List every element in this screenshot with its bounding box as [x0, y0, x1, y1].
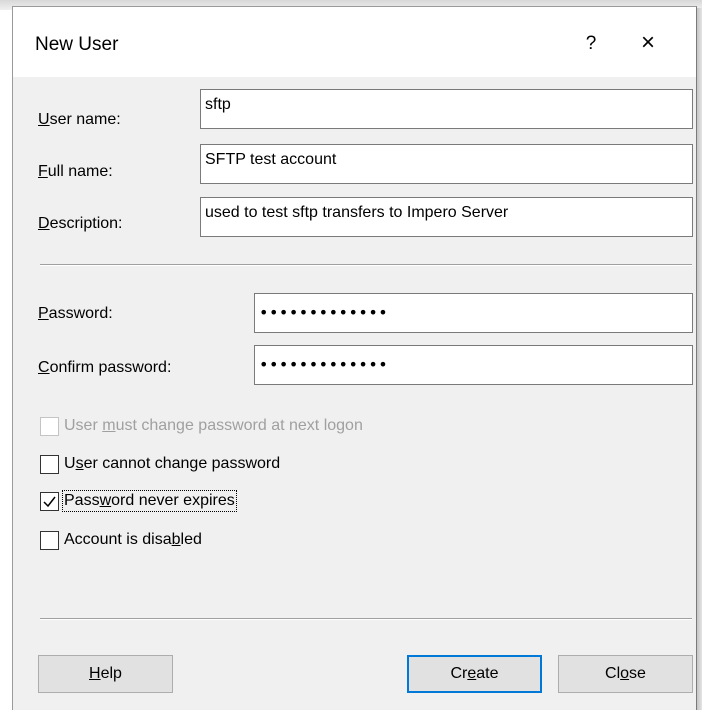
password-label: Password: [38, 305, 113, 322]
checkbox-label[interactable]: Account is disabled [64, 531, 202, 549]
password-input[interactable]: ••••••••••••• [254, 293, 693, 333]
title-bar: New User ? × [13, 7, 696, 77]
checkbox-label[interactable]: User cannot change password [64, 455, 280, 473]
description-label: Description: [38, 215, 123, 232]
cannot-change-password-checkbox[interactable]: User cannot change password [40, 452, 280, 476]
checkbox-box[interactable] [40, 454, 59, 474]
close-button[interactable]: Close [558, 655, 693, 693]
confirm-password-label: Confirm password: [38, 359, 172, 376]
password-never-expires-checkbox[interactable]: Password never expires [40, 489, 237, 513]
account-disabled-checkbox[interactable]: Account is disabled [40, 528, 202, 552]
description-input[interactable]: used to test sftp transfers to Impero Se… [200, 197, 693, 237]
user-name-label: User name: [38, 111, 121, 128]
new-user-dialog: New User ? × User name: sftp Full name: … [12, 6, 697, 710]
dialog-title: New User [35, 34, 119, 55]
checkbox-box [40, 416, 59, 436]
help-icon[interactable]: ? [576, 29, 606, 59]
close-icon[interactable]: × [628, 25, 668, 61]
separator [40, 618, 692, 620]
full-name-label: Full name: [38, 163, 113, 180]
checkbox-box[interactable] [40, 491, 59, 511]
must-change-password-checkbox: User must change password at next logon [40, 414, 363, 438]
help-button[interactable]: Help [38, 655, 173, 693]
checkbox-box[interactable] [40, 530, 59, 550]
separator [40, 264, 692, 266]
checkbox-label: User must change password at next logon [64, 417, 363, 434]
full-name-input[interactable]: SFTP test account [200, 144, 693, 184]
confirm-password-input[interactable]: ••••••••••••• [254, 345, 693, 385]
checkbox-label[interactable]: Password never expires [62, 490, 237, 512]
create-button[interactable]: Create [407, 655, 542, 693]
checkmark-icon [43, 496, 56, 507]
user-name-input[interactable]: sftp [200, 89, 693, 129]
